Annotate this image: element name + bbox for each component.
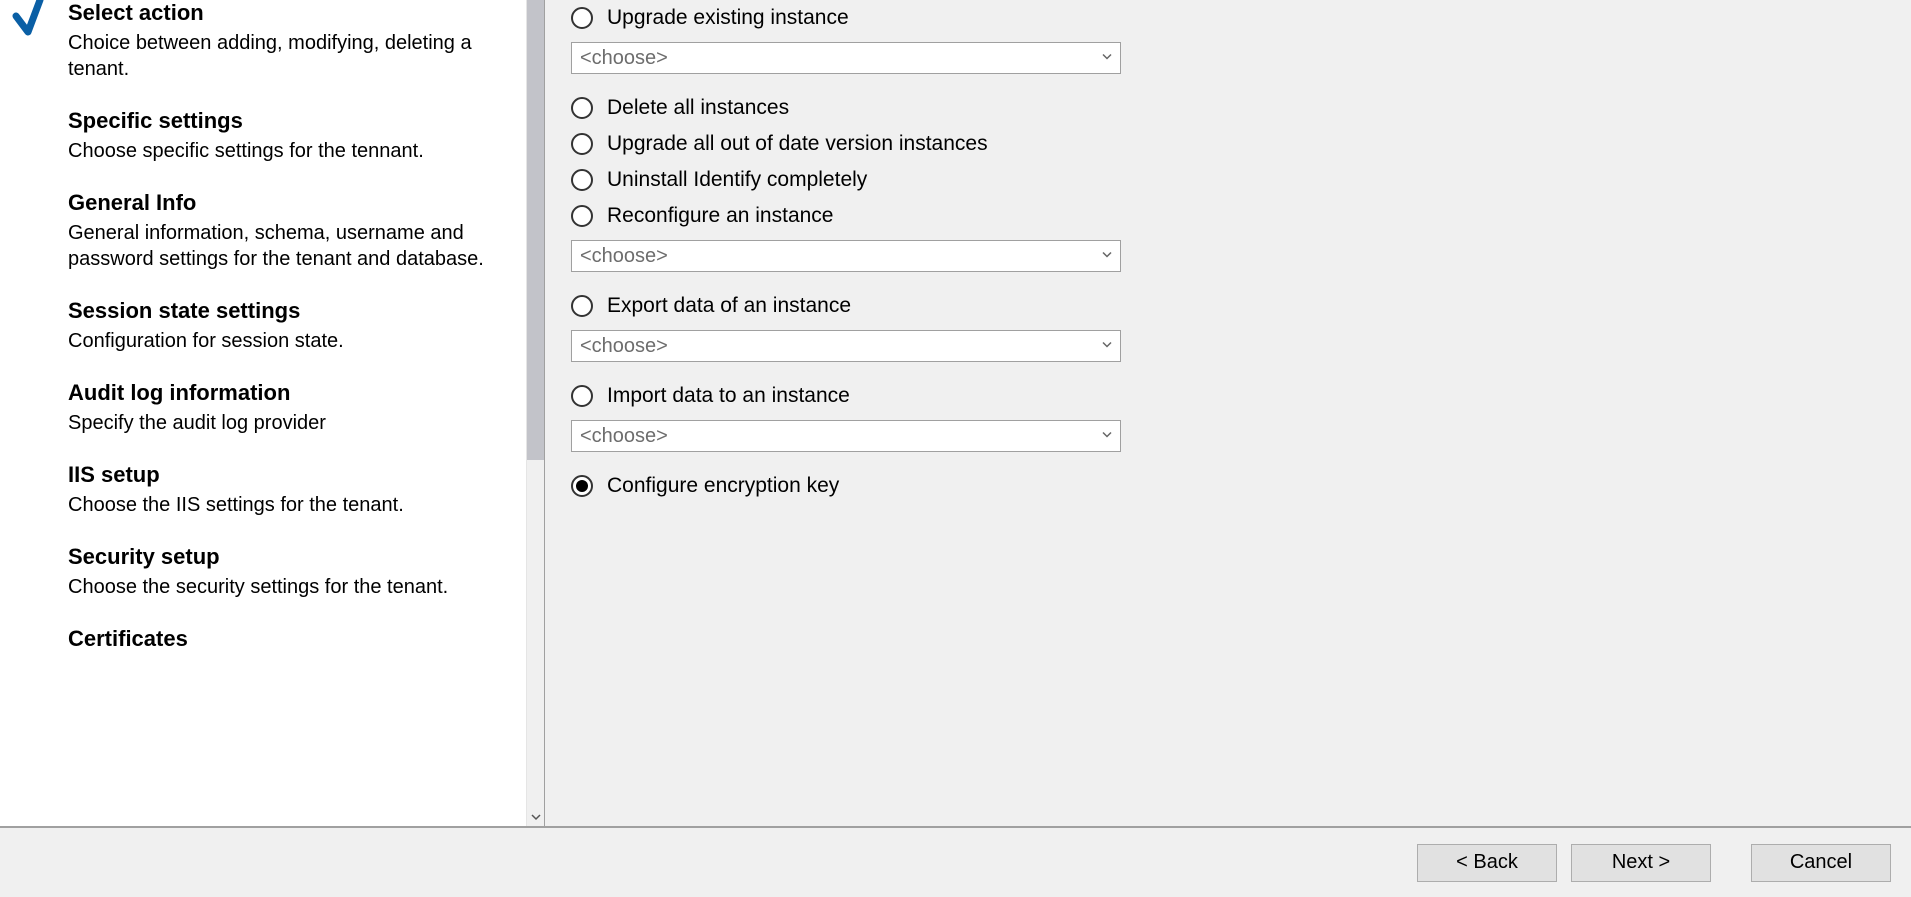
chevron-down-icon: [1100, 47, 1114, 70]
step-select-action[interactable]: Select action Choice between adding, mod…: [68, 0, 506, 82]
combo-import[interactable]: <choose>: [571, 420, 1121, 452]
sidebar-scrollbar[interactable]: [526, 0, 544, 826]
combo-placeholder: <choose>: [580, 425, 668, 448]
step-title: Session state settings: [68, 298, 506, 324]
combo-placeholder: <choose>: [580, 47, 668, 70]
option-delete-all[interactable]: Delete all instances: [571, 96, 1871, 120]
radio-label: Reconfigure an instance: [607, 204, 833, 228]
combo-placeholder: <choose>: [580, 335, 668, 358]
radio-label: Uninstall Identify completely: [607, 168, 867, 192]
radio-icon[interactable]: [571, 7, 593, 29]
radio-icon[interactable]: [571, 133, 593, 155]
radio-icon[interactable]: [571, 475, 593, 497]
option-uninstall[interactable]: Uninstall Identify completely: [571, 168, 1871, 192]
radio-icon[interactable]: [571, 205, 593, 227]
option-import[interactable]: Import data to an instance: [571, 384, 1871, 408]
step-session-state[interactable]: Session state settings Configuration for…: [68, 298, 506, 354]
step-desc: Choose the IIS settings for the tenant.: [68, 492, 506, 518]
chevron-down-icon: [1100, 245, 1114, 268]
wizard-content: Upgrade existing instance <choose> Delet…: [545, 0, 1911, 826]
radio-label: Configure encryption key: [607, 474, 839, 498]
option-upgrade-existing[interactable]: Upgrade existing instance: [571, 6, 1871, 30]
checkmark-icon: [10, 0, 58, 42]
cancel-button[interactable]: Cancel: [1751, 844, 1891, 882]
option-upgrade-all-ood[interactable]: Upgrade all out of date version instance…: [571, 132, 1871, 156]
radio-icon[interactable]: [571, 169, 593, 191]
step-title: Security setup: [68, 544, 506, 570]
step-title: IIS setup: [68, 462, 506, 488]
step-desc: Choice between adding, modifying, deleti…: [68, 30, 506, 82]
step-title: Specific settings: [68, 108, 506, 134]
step-specific-settings[interactable]: Specific settings Choose specific settin…: [68, 108, 506, 164]
wizard-sidebar: Select action Choice between adding, mod…: [0, 0, 545, 826]
step-audit-log[interactable]: Audit log information Specify the audit …: [68, 380, 506, 436]
combo-export[interactable]: <choose>: [571, 330, 1121, 362]
step-certificates[interactable]: Certificates: [68, 626, 506, 652]
wizard-footer: < Back Next > Cancel: [0, 827, 1911, 897]
step-desc: Choose the security settings for the ten…: [68, 574, 506, 600]
step-title: General Info: [68, 190, 506, 216]
radio-label: Export data of an instance: [607, 294, 851, 318]
scrollbar-thumb[interactable]: [527, 0, 544, 460]
radio-icon[interactable]: [571, 385, 593, 407]
combo-placeholder: <choose>: [580, 245, 668, 268]
combo-reconfigure[interactable]: <choose>: [571, 240, 1121, 272]
step-title: Certificates: [68, 626, 506, 652]
step-desc: Configuration for session state.: [68, 328, 506, 354]
radio-icon[interactable]: [571, 97, 593, 119]
step-desc: Choose specific settings for the tennant…: [68, 138, 506, 164]
step-general-info[interactable]: General Info General information, schema…: [68, 190, 506, 272]
combo-upgrade-existing[interactable]: <choose>: [571, 42, 1121, 74]
step-iis-setup[interactable]: IIS setup Choose the IIS settings for th…: [68, 462, 506, 518]
back-button[interactable]: < Back: [1417, 844, 1557, 882]
radio-label: Upgrade existing instance: [607, 6, 849, 30]
step-title: Audit log information: [68, 380, 506, 406]
radio-icon[interactable]: [571, 295, 593, 317]
option-export[interactable]: Export data of an instance: [571, 294, 1871, 318]
chevron-down-icon: [1100, 425, 1114, 448]
step-desc: Specify the audit log provider: [68, 410, 506, 436]
option-reconfigure[interactable]: Reconfigure an instance: [571, 204, 1871, 228]
next-button[interactable]: Next >: [1571, 844, 1711, 882]
step-desc: General information, schema, username an…: [68, 220, 506, 272]
radio-label: Import data to an instance: [607, 384, 850, 408]
step-title: Select action: [68, 0, 506, 26]
option-configure-key[interactable]: Configure encryption key: [571, 474, 1871, 498]
step-security-setup[interactable]: Security setup Choose the security setti…: [68, 544, 506, 600]
radio-label: Upgrade all out of date version instance…: [607, 132, 988, 156]
radio-label: Delete all instances: [607, 96, 789, 120]
chevron-down-icon[interactable]: [527, 808, 544, 826]
chevron-down-icon: [1100, 335, 1114, 358]
